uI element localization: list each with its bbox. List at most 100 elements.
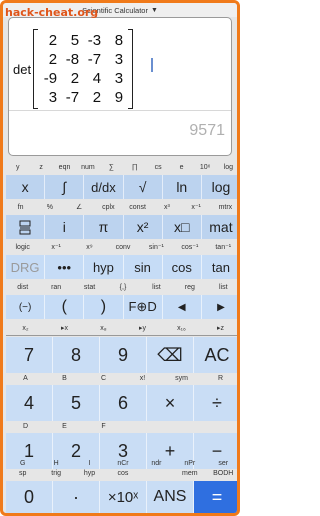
matrix-cell[interactable]: -8 — [61, 50, 83, 69]
cos-key[interactable]: cos — [162, 255, 202, 279]
fraction-key[interactable] — [6, 215, 46, 239]
shift-label: cos⁻¹ — [181, 244, 199, 251]
shift-label: x⁻¹ — [51, 244, 61, 251]
matrix-cell[interactable]: 8 — [105, 31, 127, 50]
key-row: i π x² x□ mat — [6, 215, 237, 239]
shift-label: fn — [17, 204, 24, 211]
shift-label: nPr — [184, 460, 196, 467]
digit-0-key[interactable]: 0 — [6, 481, 53, 513]
shift-label: R — [217, 375, 224, 382]
matrix-cell[interactable]: 2 — [83, 88, 105, 107]
shift-label: BODH — [213, 470, 234, 477]
fraction-decimal-key[interactable]: F⊕D — [123, 295, 163, 319]
divider — [6, 335, 237, 336]
negate-key[interactable]: (−) — [6, 295, 46, 319]
digit-6-key[interactable]: 6 — [100, 385, 147, 421]
multiply-key[interactable]: × — [147, 385, 194, 421]
power-key[interactable]: x□ — [162, 215, 202, 239]
decimal-point-key[interactable]: · — [53, 481, 100, 513]
shift-label: y — [15, 164, 20, 171]
display-panel[interactable]: det 2 5 -3 8 2 -8 -7 3 -9 2 4 3 3 -7 2 9 — [8, 17, 232, 156]
shift-label — [201, 422, 237, 432]
shift-label: logic — [15, 244, 30, 251]
ln-key[interactable]: ln — [162, 175, 202, 199]
digit-8-key[interactable]: 8 — [53, 337, 100, 373]
matrix-cell[interactable]: 3 — [39, 88, 61, 107]
drg-key[interactable]: DRG — [6, 255, 46, 279]
label-row: G H I nCr ndr nPr ser — [6, 459, 237, 469]
cursor-left-key[interactable]: ◀ — [162, 295, 202, 319]
key-row: x ∫ d/dx √ ln log — [6, 175, 237, 199]
matrix-cell[interactable]: 4 — [83, 69, 105, 88]
answer-key[interactable]: ANS — [147, 481, 194, 513]
shift-label: ∑ — [108, 164, 114, 171]
hyp-key[interactable]: hyp — [84, 255, 124, 279]
shift-label: x! — [139, 375, 146, 382]
equals-key[interactable]: = — [194, 481, 237, 513]
key-row: DRG ••• hyp sin cos tan — [6, 255, 237, 279]
shift-label: const — [129, 204, 146, 211]
derivative-key[interactable]: d/dx — [84, 175, 124, 199]
shift-label: reg — [184, 284, 195, 291]
divide-key[interactable]: ÷ — [194, 385, 237, 421]
triangle-down-icon[interactable]: ▼ — [151, 7, 158, 14]
matrix-cell[interactable]: -7 — [61, 88, 83, 107]
shift-label — [140, 469, 173, 479]
shift-label: ▸y — [138, 325, 146, 332]
shift-label: H — [53, 460, 59, 467]
app-frame: hack-cheat.org Scientific Calculator ▼ d… — [0, 0, 240, 516]
tan-key[interactable]: tan — [201, 255, 237, 279]
shift-label: ran — [51, 284, 62, 291]
all-clear-key[interactable]: AC — [194, 337, 237, 373]
matrix-cell[interactable]: 3 — [105, 50, 127, 69]
matrix-cell[interactable]: 2 — [61, 69, 83, 88]
shift-label: e — [179, 164, 184, 171]
matrix-cell[interactable]: 3 — [105, 69, 127, 88]
sin-key[interactable]: sin — [123, 255, 163, 279]
close-paren-key[interactable]: ) — [84, 295, 124, 319]
label-row: x₂ ▸x x₈ ▸y x₁₆ ▸z — [6, 324, 237, 334]
shift-label: nCr — [117, 460, 129, 467]
open-paren-key[interactable]: ( — [45, 295, 85, 319]
shift-label: list — [152, 284, 161, 291]
sqrt-key[interactable]: √ — [123, 175, 163, 199]
shift-label: ser — [218, 460, 229, 467]
matrix: 2 5 -3 8 2 -8 -7 3 -9 2 4 3 3 -7 2 9 — [33, 29, 134, 109]
shift-label: I — [88, 460, 91, 467]
backspace-key[interactable]: ⌫ — [147, 337, 194, 373]
result-value: 9571 — [189, 122, 225, 139]
watermark: hack-cheat.org — [5, 6, 99, 19]
matrix-cell[interactable]: 2 — [39, 50, 61, 69]
more-key[interactable]: ••• — [45, 255, 85, 279]
pi-key[interactable]: π — [84, 215, 124, 239]
matrix-cell[interactable]: -9 — [39, 69, 61, 88]
digit-4-key[interactable]: 4 — [6, 385, 53, 421]
shift-label: ndr — [151, 460, 162, 467]
shift-label: sym — [175, 375, 188, 382]
matrix-key[interactable]: mat — [201, 215, 237, 239]
digit-5-key[interactable]: 5 — [53, 385, 100, 421]
integral-key[interactable]: ∫ — [45, 175, 85, 199]
matrix-cell[interactable]: 9 — [105, 88, 127, 107]
matrix-cell[interactable]: -3 — [83, 31, 105, 50]
digit-7-key[interactable]: 7 — [6, 337, 53, 373]
square-key[interactable]: x² — [123, 215, 163, 239]
matrix-cell[interactable]: -7 — [83, 50, 105, 69]
matrix-cell[interactable]: 2 — [39, 31, 61, 50]
matrix-cell[interactable]: 5 — [61, 31, 83, 50]
shift-label: stat — [83, 284, 96, 291]
digit-9-key[interactable]: 9 — [100, 337, 147, 373]
x-key[interactable]: x — [6, 175, 46, 199]
shift-label — [162, 422, 201, 432]
times-ten-power-key[interactable]: ×10ˣ — [100, 481, 147, 513]
imaginary-key[interactable]: i — [45, 215, 85, 239]
cursor-right-key[interactable]: ▶ — [201, 295, 237, 319]
divider — [9, 110, 231, 111]
shift-label: dist — [17, 284, 29, 291]
shift-label: x₁₆ — [177, 325, 186, 332]
shift-label: A — [23, 375, 28, 382]
log-key[interactable]: log — [201, 175, 237, 199]
label-row: D E F — [6, 422, 237, 432]
label-row: logic x⁻¹ x⁹ conv sin⁻¹ cos⁻¹ tan⁻¹ — [6, 243, 237, 253]
shift-label: ▸x — [60, 325, 68, 332]
